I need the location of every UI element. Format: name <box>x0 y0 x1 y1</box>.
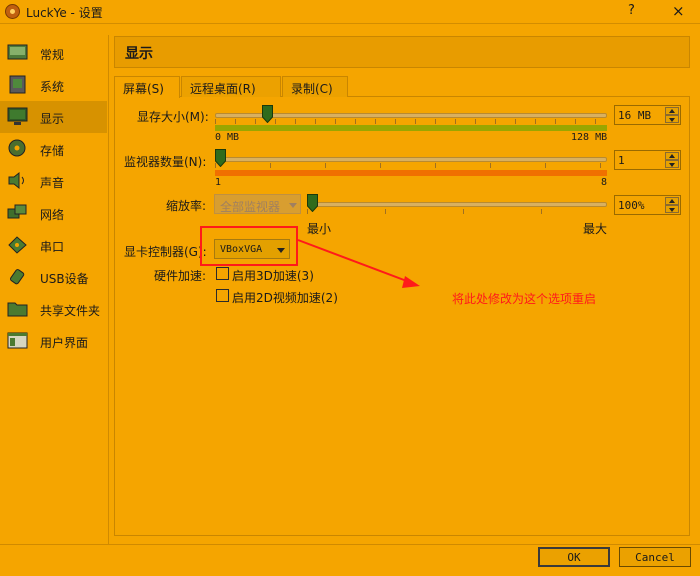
section-header: 显示 <box>114 36 690 68</box>
sidebar-item-label: 系统 <box>40 80 65 94</box>
general-icon <box>7 44 28 60</box>
graphics-controller-label: 显卡控制器(G): <box>124 245 207 259</box>
sidebar-item-label: 常规 <box>40 48 65 62</box>
sidebar-item-label: 声音 <box>40 176 65 190</box>
sidebar-item-display[interactable]: 显示 <box>0 101 107 133</box>
sidebar-item-shared-folders[interactable]: 共享文件夹 <box>0 293 107 325</box>
spin-down-icon[interactable] <box>665 115 679 123</box>
enable-2d-checkbox[interactable] <box>216 289 229 302</box>
usb-icon <box>9 269 25 285</box>
scale-factor-max-label: 最大 <box>583 222 608 236</box>
scale-factor-label: 缩放率: <box>166 199 207 213</box>
monitor-count-value: 1 <box>618 154 625 167</box>
help-button[interactable]: ? <box>628 3 635 18</box>
window-title: LuckYe - 设置 <box>26 6 103 20</box>
sidebar-item-user-interface[interactable]: 用户界面 <box>0 325 107 357</box>
video-memory-label: 显存大小(M): <box>137 110 209 124</box>
video-memory-slider-thumb[interactable] <box>262 105 273 123</box>
sidebar-item-network[interactable]: 网络 <box>0 197 107 229</box>
app-icon <box>5 4 20 19</box>
spin-up-icon[interactable] <box>665 107 679 115</box>
scale-factor-ticks <box>307 209 607 214</box>
ok-button[interactable]: OK <box>538 547 610 567</box>
scale-factor-value: 100% <box>618 199 645 212</box>
serial-port-icon <box>8 236 27 254</box>
tab-recording[interactable]: 录制(C) <box>282 76 348 97</box>
video-memory-value: 16 MB <box>618 109 652 122</box>
sidebar-divider <box>108 35 109 545</box>
sidebar-item-general[interactable]: 常规 <box>0 37 107 69</box>
sidebar-item-label: 网络 <box>40 208 65 222</box>
spin-up-icon[interactable] <box>665 197 679 205</box>
sidebar-item-system[interactable]: 系统 <box>0 69 107 101</box>
shared-folder-icon <box>7 302 28 317</box>
sidebar-item-storage[interactable]: 存储 <box>0 133 107 165</box>
title-bar: LuckYe - 设置 ? × <box>0 0 700 24</box>
spin-down-icon[interactable] <box>665 160 679 168</box>
sidebar-item-audio[interactable]: 声音 <box>0 165 107 197</box>
user-interface-icon <box>7 332 28 349</box>
monitor-count-ticks <box>215 163 607 168</box>
sidebar-item-label: 串口 <box>40 240 65 254</box>
scale-factor-slider-thumb[interactable] <box>307 194 318 212</box>
storage-icon <box>8 139 26 157</box>
sidebar-item-label: 存储 <box>40 144 65 158</box>
tab-remote-display[interactable]: 远程桌面(R) <box>181 76 281 97</box>
enable-3d-label[interactable]: 启用3D加速(3) <box>232 267 314 284</box>
chevron-down-icon <box>289 203 297 208</box>
acceleration-label: 硬件加速: <box>154 269 207 283</box>
monitor-count-max-label: 8 <box>601 177 608 188</box>
spin-down-icon[interactable] <box>665 205 679 213</box>
sidebar-item-label: USB设备 <box>40 272 89 286</box>
monitor-count-range-band <box>215 170 607 176</box>
sidebar-item-label: 共享文件夹 <box>40 304 101 318</box>
monitor-count-min-label: 1 <box>215 177 222 188</box>
annotation-highlight-box <box>200 226 298 266</box>
system-icon <box>9 75 26 94</box>
close-button[interactable]: × <box>672 2 685 20</box>
scale-factor-spinbox[interactable]: 100% <box>614 195 681 215</box>
video-memory-min-label: 0 MB <box>215 132 240 143</box>
enable-2d-label[interactable]: 启用2D视频加速(2) <box>232 289 338 306</box>
video-memory-slider-track[interactable] <box>215 113 607 118</box>
spin-up-icon[interactable] <box>665 152 679 160</box>
display-icon <box>7 107 28 125</box>
audio-icon <box>8 171 24 190</box>
scale-monitor-select-value: 全部监视器 <box>220 200 281 214</box>
sidebar-item-usb[interactable]: USB设备 <box>0 261 107 293</box>
enable-3d-checkbox[interactable] <box>216 267 229 280</box>
settings-sidebar: 常规 系统 显示 存储 声音 网络 串口 USB设备 共享文件夹 用户界面 <box>0 35 108 545</box>
video-memory-ticks <box>215 119 607 124</box>
scale-factor-min-label: 最小 <box>307 222 332 236</box>
sidebar-item-label: 用户界面 <box>40 336 89 350</box>
annotation-text: 将此处修改为这个选项重启 <box>452 292 597 306</box>
sidebar-item-serial-port[interactable]: 串口 <box>0 229 107 261</box>
cancel-button[interactable]: Cancel <box>619 547 691 567</box>
monitor-count-slider-thumb[interactable] <box>215 149 226 167</box>
video-memory-range-band <box>215 125 607 131</box>
sidebar-item-label: 显示 <box>40 112 65 126</box>
network-icon <box>7 204 27 219</box>
monitor-count-spinbox[interactable]: 1 <box>614 150 681 170</box>
video-memory-spinbox[interactable]: 16 MB <box>614 105 681 125</box>
section-title: 显示 <box>125 46 153 62</box>
video-memory-max-label: 128 MB <box>571 132 608 143</box>
tab-screen[interactable]: 屏幕(S) <box>114 76 180 98</box>
scale-factor-slider-track[interactable] <box>307 202 607 207</box>
monitor-count-slider-track[interactable] <box>215 157 607 162</box>
monitor-count-label: 监视器数量(N): <box>124 155 207 169</box>
scale-monitor-select[interactable]: 全部监视器 <box>214 194 301 214</box>
